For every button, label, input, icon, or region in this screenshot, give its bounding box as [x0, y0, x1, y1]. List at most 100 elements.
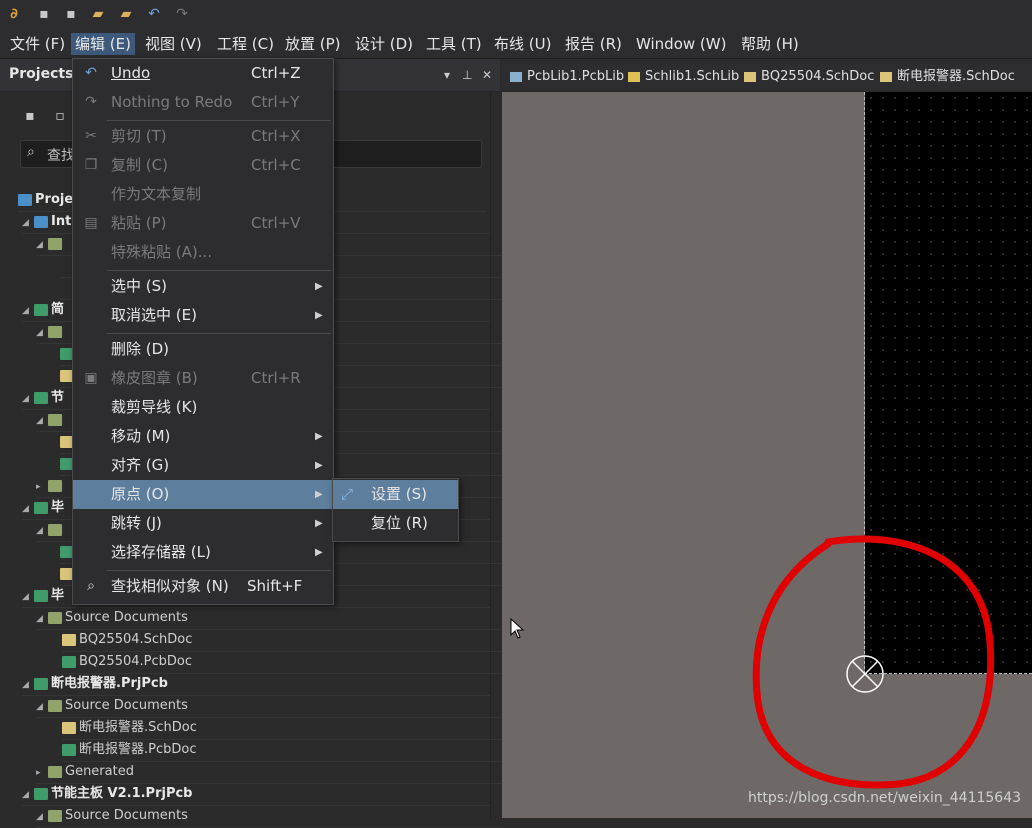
menu-window[interactable]: Window (W) [632, 33, 730, 55]
pcb-doc-icon [62, 743, 76, 756]
menu-project[interactable]: 工程 (C) [213, 33, 278, 55]
tree-item[interactable]: ◢ Source Documents [36, 607, 504, 630]
save-all-icon[interactable]: ▪ [63, 6, 79, 22]
pcb-doc-icon [62, 655, 76, 668]
folder-icon [48, 237, 62, 250]
tree-item[interactable]: BQ25504.SchDoc [62, 629, 530, 652]
folder-icon [48, 479, 62, 492]
submenu-arrow-icon: ▶ [315, 431, 323, 442]
search-icon: ⌕ [87, 578, 95, 594]
pcb-project-icon [34, 677, 48, 690]
submenu-arrow-icon: ▶ [315, 310, 323, 321]
submenu-arrow-icon: ▶ [315, 518, 323, 529]
tab-alarm-schdoc[interactable]: 断电报警器.SchDoc [880, 67, 1015, 87]
menu-item-find-similar[interactable]: ⌕ 查找相似对象 (N) Shift+F [73, 572, 333, 601]
tree-item[interactable]: 断电报警器.PcbDoc [62, 739, 530, 762]
pcb-project-icon [34, 589, 48, 602]
menu-help[interactable]: 帮助 (H) [737, 33, 803, 55]
document-tabs: PcbLib1.PcbLib Schlib1.SchLib BQ25504.Sc… [502, 62, 1032, 90]
menu-edit[interactable]: 编辑 (E) [71, 33, 135, 55]
origin-set-icon: ⤢ [341, 485, 354, 503]
menu-item-break-wire[interactable]: 裁剪导线 (K) [73, 393, 333, 422]
menu-item-copy[interactable]: ❐ 复制 (C) Ctrl+C [73, 151, 333, 180]
undo-icon[interactable]: ↶ [146, 6, 162, 22]
folder-icon [48, 611, 62, 624]
origin-submenu: ⤢ 设置 (S) 复位 (R) [332, 478, 459, 542]
menu-item-paste-special[interactable]: 特殊粘贴 (A)... [73, 238, 333, 267]
menu-place[interactable]: 放置 (P) [281, 33, 345, 55]
pcblib-icon [510, 71, 522, 82]
folder-icon [48, 699, 62, 712]
menu-separator [107, 333, 331, 334]
menu-item-redo[interactable]: ↷ Nothing to Redo Ctrl+Y [73, 88, 333, 117]
tree-item[interactable]: ◢ Source Documents [36, 805, 504, 828]
stamp-icon: ▣ [84, 370, 98, 386]
menu-design[interactable]: 设计 (D) [351, 33, 417, 55]
pcb-project-icon [34, 787, 48, 800]
submenu-arrow-icon: ▶ [315, 489, 323, 500]
app-logo-icon: ∂ [10, 6, 18, 22]
close-icon[interactable]: ✕ [482, 68, 492, 82]
menu-item-align[interactable]: 对齐 (G) ▶ [73, 451, 333, 480]
quick-access-toolbar: ∂ ▪ ▪ ▰ ▰ ↶ ↷ [0, 0, 1032, 30]
menu-item-selection-memory[interactable]: 选择存储器 (L) ▶ [73, 538, 333, 567]
menu-item-copy-as-text[interactable]: 作为文本复制 [73, 180, 333, 209]
menu-bar: 文件 (F) 编辑 (E) 视图 (V) 工程 (C) 放置 (P) 设计 (D… [0, 30, 1032, 59]
menu-view[interactable]: 视图 (V) [141, 33, 206, 55]
folder-icon [48, 413, 62, 426]
menu-file[interactable]: 文件 (F) [6, 33, 69, 55]
open-project-icon[interactable]: ▰ [118, 6, 134, 22]
save-icon[interactable]: ▪ [22, 108, 38, 124]
menu-item-jump[interactable]: 跳转 (J) ▶ [73, 509, 333, 538]
open-folder-icon[interactable]: ▰ [90, 6, 106, 22]
submenu-arrow-icon: ▶ [315, 281, 323, 292]
sch-doc-icon [62, 721, 76, 734]
search-placeholder: 查找 [47, 148, 75, 164]
menu-item-origin[interactable]: 原点 (O) ▶ [73, 480, 333, 509]
folder-icon [48, 809, 62, 822]
mouse-cursor-icon [510, 618, 525, 639]
menu-item-origin-set[interactable]: ⤢ 设置 (S) [333, 480, 458, 509]
redo-icon: ↷ [85, 94, 97, 110]
tree-item[interactable]: 断电报警器.SchDoc [62, 717, 530, 740]
menu-reports[interactable]: 报告 (R) [561, 33, 626, 55]
menu-separator [107, 120, 331, 121]
menu-item-origin-reset[interactable]: 复位 (R) [333, 509, 458, 538]
pcb-project-icon [34, 303, 48, 316]
tab-bq25504-schdoc[interactable]: BQ25504.SchDoc [744, 67, 874, 87]
menu-item-delete[interactable]: 删除 (D) [73, 335, 333, 364]
schlib-icon [628, 71, 640, 82]
save-icon[interactable]: ▪ [36, 6, 52, 22]
watermark: https://blog.csdn.net/weixin_44115643 [748, 790, 1022, 806]
workspace-icon [18, 193, 32, 206]
tree-item[interactable]: ◢ Source Documents [36, 695, 504, 718]
tab-pcblib[interactable]: PcbLib1.PcbLib [510, 67, 624, 87]
tree-item[interactable]: ◢ 节能主板 V2.1.PrjPcb [22, 783, 490, 806]
menu-item-move[interactable]: 移动 (M) ▶ [73, 422, 333, 451]
pin-icon[interactable]: ⊥ [462, 68, 472, 82]
edit-menu-dropdown: ↶ Undo Ctrl+Z ↷ Nothing to Redo Ctrl+Y ✂… [72, 58, 334, 605]
menu-item-undo[interactable]: ↶ Undo Ctrl+Z [73, 59, 333, 88]
tree-item[interactable]: ▸ Generated [36, 761, 504, 784]
panel-menu-icon[interactable]: ▾ [444, 68, 450, 82]
menu-item-cut[interactable]: ✂ 剪切 (T) Ctrl+X [73, 122, 333, 151]
menu-route[interactable]: 布线 (U) [490, 33, 555, 55]
sch-doc-icon [62, 633, 76, 646]
copy-icon[interactable]: ▫ [52, 108, 68, 124]
pcb-project-icon [34, 391, 48, 404]
tree-item[interactable]: BQ25504.PcbDoc [62, 651, 530, 674]
redo-icon[interactable]: ↷ [174, 6, 190, 22]
menu-item-paste[interactable]: ▤ 粘贴 (P) Ctrl+V [73, 209, 333, 238]
menu-separator [107, 570, 331, 571]
menu-tools[interactable]: 工具 (T) [422, 33, 486, 55]
search-icon: ⌕ [27, 144, 35, 160]
folder-icon [48, 523, 62, 536]
copy-icon: ❐ [84, 157, 98, 173]
undo-icon: ↶ [85, 65, 97, 81]
menu-item-rubber-stamp[interactable]: ▣ 橡皮图章 (B) Ctrl+R [73, 364, 333, 393]
cut-icon: ✂ [85, 128, 97, 144]
menu-item-select[interactable]: 选中 (S) ▶ [73, 272, 333, 301]
tab-schlib[interactable]: Schlib1.SchLib [628, 67, 739, 87]
menu-item-deselect[interactable]: 取消选中 (E) ▶ [73, 301, 333, 330]
tree-item[interactable]: ◢ 断电报警器.PrjPcb [22, 673, 490, 696]
